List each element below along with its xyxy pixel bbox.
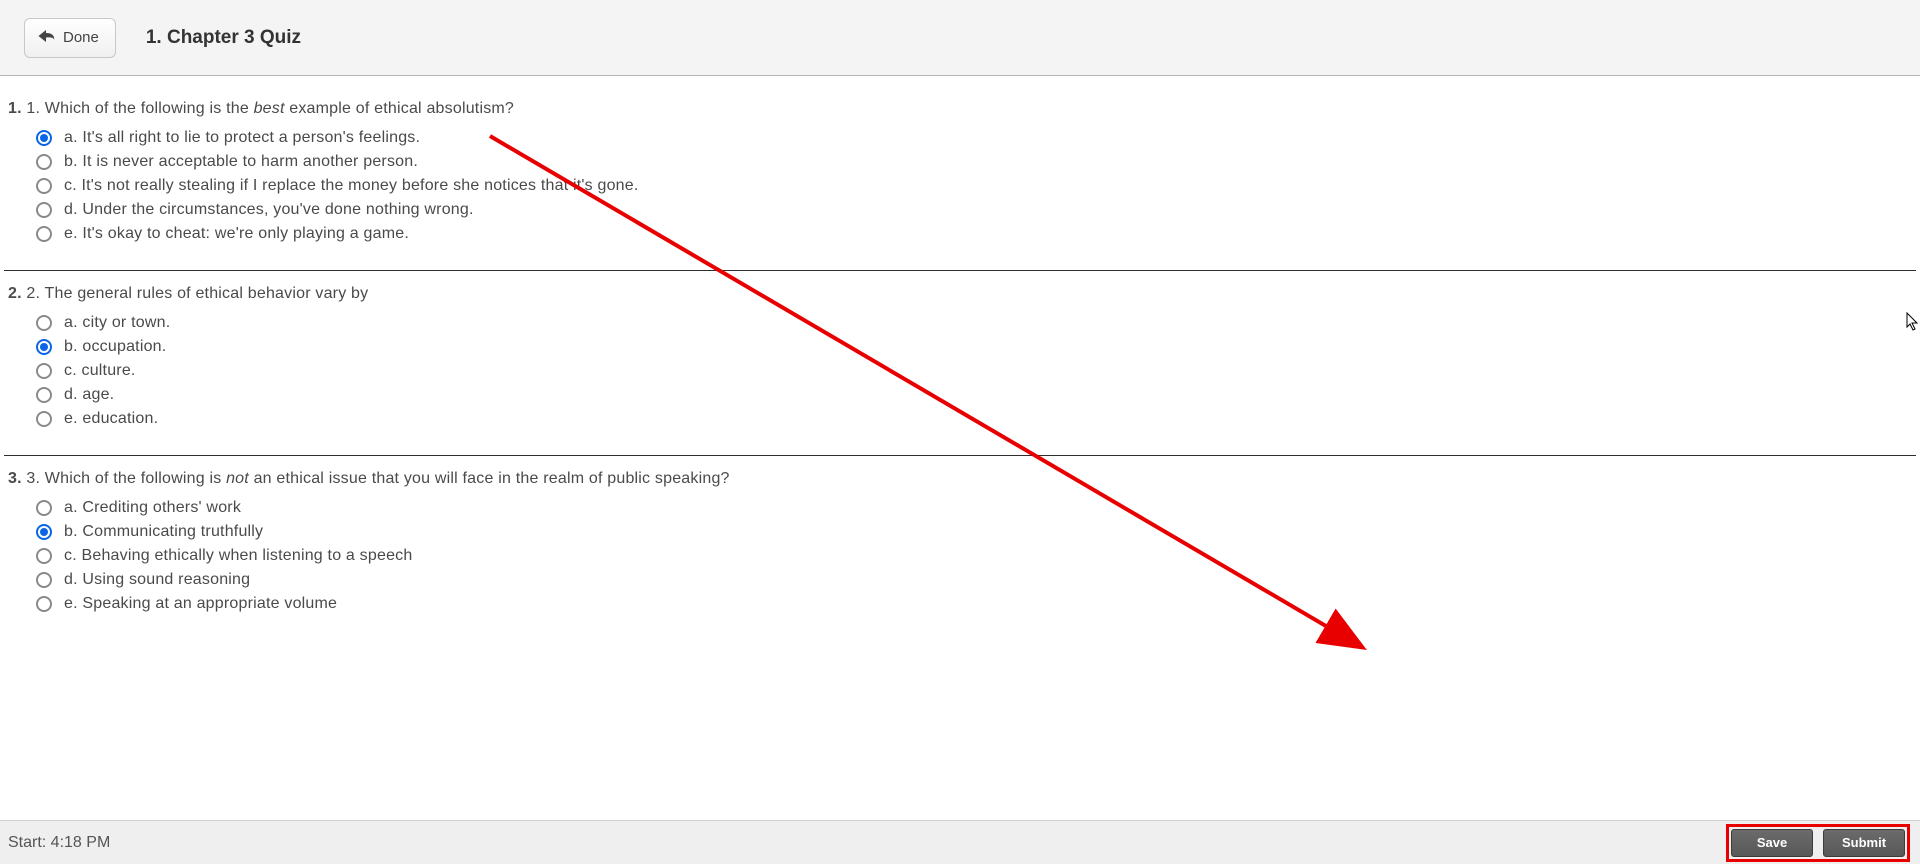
option-row[interactable]: e. It's okay to cheat: we're only playin… — [36, 222, 1912, 246]
option-row[interactable]: d. Under the circumstances, you've done … — [36, 198, 1912, 222]
page-title: 1. Chapter 3 Quiz — [146, 27, 301, 49]
question-number: 3. — [8, 470, 22, 487]
submit-button[interactable]: Submit — [1823, 829, 1905, 857]
radio-icon[interactable] — [36, 411, 52, 427]
option-label: a. city or town. — [64, 314, 170, 332]
option-row[interactable]: d. Using sound reasoning — [36, 568, 1912, 592]
footer-actions-highlight: Save Submit — [1726, 824, 1910, 862]
option-row[interactable]: b. It is never acceptable to harm anothe… — [36, 150, 1912, 174]
option-label: d. age. — [64, 386, 114, 404]
radio-icon[interactable] — [36, 130, 52, 146]
footer-bar: Start: 4:18 PM Save Submit — [0, 820, 1920, 864]
question-stem-em: best — [254, 100, 285, 117]
radio-icon[interactable] — [36, 363, 52, 379]
radio-icon[interactable] — [36, 572, 52, 588]
radio-icon[interactable] — [36, 226, 52, 242]
options-list: a. Crediting others' work b. Communicatin… — [36, 496, 1912, 616]
option-row[interactable]: a. It's all right to lie to protect a pe… — [36, 126, 1912, 150]
option-label: c. It's not really stealing if I replace… — [64, 177, 639, 195]
radio-icon[interactable] — [36, 500, 52, 516]
question-stem-em: not — [226, 470, 249, 487]
option-row[interactable]: a. city or town. — [36, 311, 1912, 335]
option-label: d. Under the circumstances, you've done … — [64, 201, 474, 219]
save-button[interactable]: Save — [1731, 829, 1813, 857]
option-label: b. It is never acceptable to harm anothe… — [64, 153, 418, 171]
option-label: a. It's all right to lie to protect a pe… — [64, 129, 420, 147]
question-stem-text: 1. Which of the following is the — [26, 100, 253, 117]
option-label: b. Communicating truthfully — [64, 523, 263, 541]
option-row[interactable]: c. Behaving ethically when listening to … — [36, 544, 1912, 568]
option-label: c. culture. — [64, 362, 136, 380]
question-stem: 1. 1. Which of the following is the best… — [8, 100, 1912, 118]
option-label: d. Using sound reasoning — [64, 571, 250, 589]
option-row[interactable]: c. It's not really stealing if I replace… — [36, 174, 1912, 198]
option-row[interactable]: d. age. — [36, 383, 1912, 407]
header-bar: Done 1. Chapter 3 Quiz — [0, 0, 1920, 76]
option-label: c. Behaving ethically when listening to … — [64, 547, 412, 565]
option-label: b. occupation. — [64, 338, 166, 356]
done-button[interactable]: Done — [24, 18, 116, 58]
questions-container: 1. 1. Which of the following is the best… — [0, 76, 1920, 630]
option-row[interactable]: c. culture. — [36, 359, 1912, 383]
option-row[interactable]: e. education. — [36, 407, 1912, 431]
question-block: 3. 3. Which of the following is not an e… — [0, 462, 1920, 630]
radio-icon[interactable] — [36, 178, 52, 194]
option-row[interactable]: a. Crediting others' work — [36, 496, 1912, 520]
question-stem-text: an ethical issue that you will face in t… — [249, 470, 730, 487]
question-stem: 3. 3. Which of the following is not an e… — [8, 470, 1912, 488]
quiz-scroll-area[interactable]: 1. 1. Which of the following is the best… — [0, 76, 1920, 820]
option-label: e. education. — [64, 410, 158, 428]
question-separator — [4, 270, 1916, 271]
radio-icon[interactable] — [36, 548, 52, 564]
radio-icon[interactable] — [36, 202, 52, 218]
options-list: a. city or town. b. occupation. c. culture… — [36, 311, 1912, 431]
question-block: 1. 1. Which of the following is the best… — [0, 92, 1920, 260]
back-arrow-icon — [37, 29, 55, 47]
option-label: a. Crediting others' work — [64, 499, 241, 517]
radio-icon[interactable] — [36, 315, 52, 331]
question-block: 2. 2. The general rules of ethical behav… — [0, 277, 1920, 445]
radio-icon[interactable] — [36, 524, 52, 540]
question-number: 1. — [8, 100, 22, 117]
option-label: e. It's okay to cheat: we're only playin… — [64, 225, 409, 243]
question-stem-text: example of ethical absolutism? — [285, 100, 514, 117]
question-separator — [4, 455, 1916, 456]
option-row[interactable]: b. Communicating truthfully — [36, 520, 1912, 544]
question-number: 2. — [8, 285, 22, 302]
option-label: e. Speaking at an appropriate volume — [64, 595, 337, 613]
option-row[interactable]: b. occupation. — [36, 335, 1912, 359]
question-stem-text: 3. Which of the following is — [26, 470, 226, 487]
radio-icon[interactable] — [36, 339, 52, 355]
question-stem-text: 2. The general rules of ethical behavior… — [26, 285, 368, 302]
options-list: a. It's all right to lie to protect a pe… — [36, 126, 1912, 246]
radio-icon[interactable] — [36, 387, 52, 403]
start-time-label: Start: 4:18 PM — [8, 834, 110, 852]
radio-icon[interactable] — [36, 596, 52, 612]
radio-icon[interactable] — [36, 154, 52, 170]
question-stem: 2. 2. The general rules of ethical behav… — [8, 285, 1912, 303]
option-row[interactable]: e. Speaking at an appropriate volume — [36, 592, 1912, 616]
done-button-label: Done — [63, 29, 99, 46]
